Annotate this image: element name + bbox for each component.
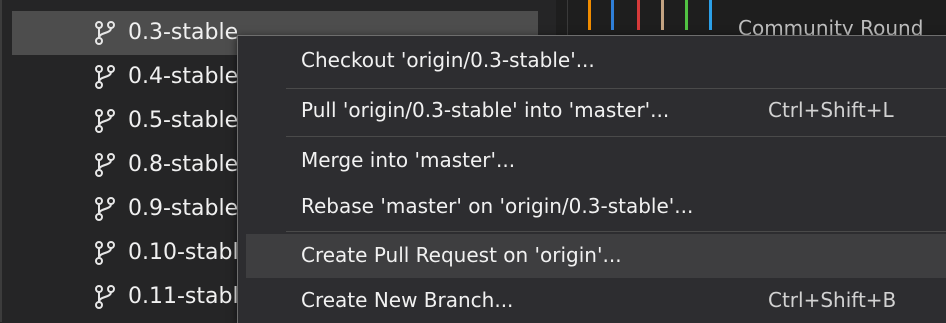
git-branch-icon (95, 241, 115, 265)
menu-item-checkout[interactable]: Checkout 'origin/0.3-stable'... (246, 39, 946, 83)
graph-lane (637, 0, 640, 30)
menu-item-rebase[interactable]: Rebase 'master' on 'origin/0.3-stable'..… (246, 185, 946, 229)
graph-lane (661, 0, 664, 30)
graph-lane (709, 0, 712, 30)
branch-label: 0.5-stable (128, 108, 239, 133)
branch-label: 0.8-stable (128, 152, 239, 177)
git-branch-icon (95, 109, 115, 133)
branch-label: 0.9-stable (128, 196, 239, 221)
panel-edge (0, 0, 2, 322)
menu-item-label: Pull 'origin/0.3-stable' into 'master'..… (301, 98, 670, 122)
menu-item-create-branch[interactable]: Create New Branch... Ctrl+Shift+B (246, 279, 946, 323)
menu-item-label: Create New Branch... (301, 288, 514, 312)
branch-label: 0.3-stable (128, 20, 239, 45)
git-branch-icon (95, 21, 115, 45)
branch-label: 0.11-stable (128, 284, 253, 309)
git-branch-icon (95, 197, 115, 221)
graph-lane (588, 0, 591, 30)
menu-item-shortcut: Ctrl+Shift+B (768, 288, 897, 312)
git-branch-icon (95, 285, 115, 309)
git-branch-icon (95, 153, 115, 177)
menu-item-label: Merge into 'master'... (301, 148, 516, 172)
context-menu: Checkout 'origin/0.3-stable'... Pull 'or… (237, 35, 946, 323)
graph-lane (611, 0, 614, 30)
menu-item-label: Create Pull Request on 'origin'... (301, 243, 622, 267)
branch-label: 0.10-stable (128, 240, 253, 265)
branch-label: 0.4-stable (128, 64, 239, 89)
menu-item-create-pull-request[interactable]: Create Pull Request on 'origin'... (246, 234, 946, 278)
menu-item-pull[interactable]: Pull 'origin/0.3-stable' into 'master'..… (246, 89, 946, 133)
menu-item-merge[interactable]: Merge into 'master'... (246, 139, 946, 183)
graph-lane (685, 0, 688, 30)
git-branch-icon (95, 65, 115, 89)
menu-item-label: Checkout 'origin/0.3-stable'... (301, 48, 595, 72)
menu-item-label: Rebase 'master' on 'origin/0.3-stable'..… (301, 194, 694, 218)
menu-separator (286, 231, 946, 232)
menu-separator (286, 136, 946, 137)
menu-item-shortcut: Ctrl+Shift+L (768, 98, 894, 122)
